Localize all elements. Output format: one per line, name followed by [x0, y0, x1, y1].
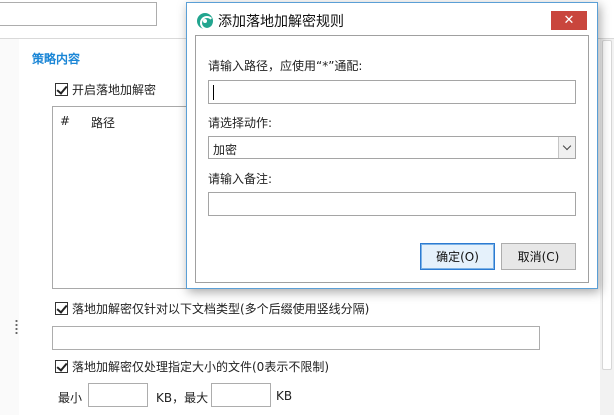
section-title: 策略内容 [32, 52, 81, 66]
column-header-path[interactable]: 路径 [91, 114, 115, 131]
top-input[interactable] [0, 2, 157, 26]
dialog-title: 添加落地加解密规则 [218, 14, 344, 30]
size-limit-row[interactable]: 落地加解密仅处理指定大小的文件(0表示不限制) [55, 358, 329, 375]
dialog-body: 请输入路径，应使用“*”通配: 请选择动作: 加密 请输入备注: 确定(O) 取… [195, 35, 589, 283]
action-select[interactable]: 加密 [208, 136, 576, 159]
note-input[interactable] [208, 192, 576, 216]
action-label: 请选择动作: [208, 116, 273, 130]
size-min-label: 最小 [58, 391, 83, 405]
column-header-index[interactable]: # [60, 114, 70, 128]
filetype-input[interactable] [52, 326, 540, 350]
text-caret [213, 85, 214, 100]
scrollbar-thumb[interactable] [602, 40, 612, 370]
size-limit-label: 落地加解密仅处理指定大小的文件(0表示不限制) [72, 360, 329, 374]
dialog-titlebar: 添加落地加解密规则 [197, 11, 344, 31]
chevron-down-icon[interactable] [558, 137, 575, 158]
enable-encryption-checkbox[interactable] [55, 83, 68, 96]
cancel-button[interactable]: 取消(C) [501, 243, 576, 270]
splitter-grip-icon[interactable] [15, 319, 18, 335]
filetype-checkbox[interactable] [55, 302, 68, 315]
left-panel-edge [0, 39, 19, 415]
enable-encryption-row[interactable]: 开启落地加解密 [55, 81, 156, 98]
path-input[interactable] [208, 80, 576, 104]
filetype-label: 落地加解密仅针对以下文档类型(多个后缀使用竖线分隔) [72, 302, 370, 316]
close-button[interactable]: ✕ [551, 11, 587, 30]
filetype-row[interactable]: 落地加解密仅针对以下文档类型(多个后缀使用竖线分隔) [55, 300, 369, 317]
size-max-unit: KB [276, 389, 293, 403]
app-logo-icon [197, 13, 214, 30]
size-min-unit: KB，最大 [156, 391, 209, 405]
add-rule-dialog: 添加落地加解密规则 ✕ 请输入路径，应使用“*”通配: 请选择动作: 加密 请输… [186, 2, 598, 289]
path-table[interactable]: # 路径 [52, 106, 192, 289]
close-icon: ✕ [563, 13, 575, 28]
enable-encryption-label: 开启落地加解密 [72, 83, 157, 97]
action-selected-value: 加密 [213, 143, 238, 157]
note-label: 请输入备注: [208, 172, 273, 186]
ok-button[interactable]: 确定(O) [420, 243, 495, 270]
size-max-input[interactable] [211, 383, 271, 407]
path-label: 请输入路径，应使用“*”通配: [208, 59, 363, 73]
size-min-input[interactable] [88, 383, 148, 407]
size-limit-checkbox[interactable] [55, 360, 68, 373]
